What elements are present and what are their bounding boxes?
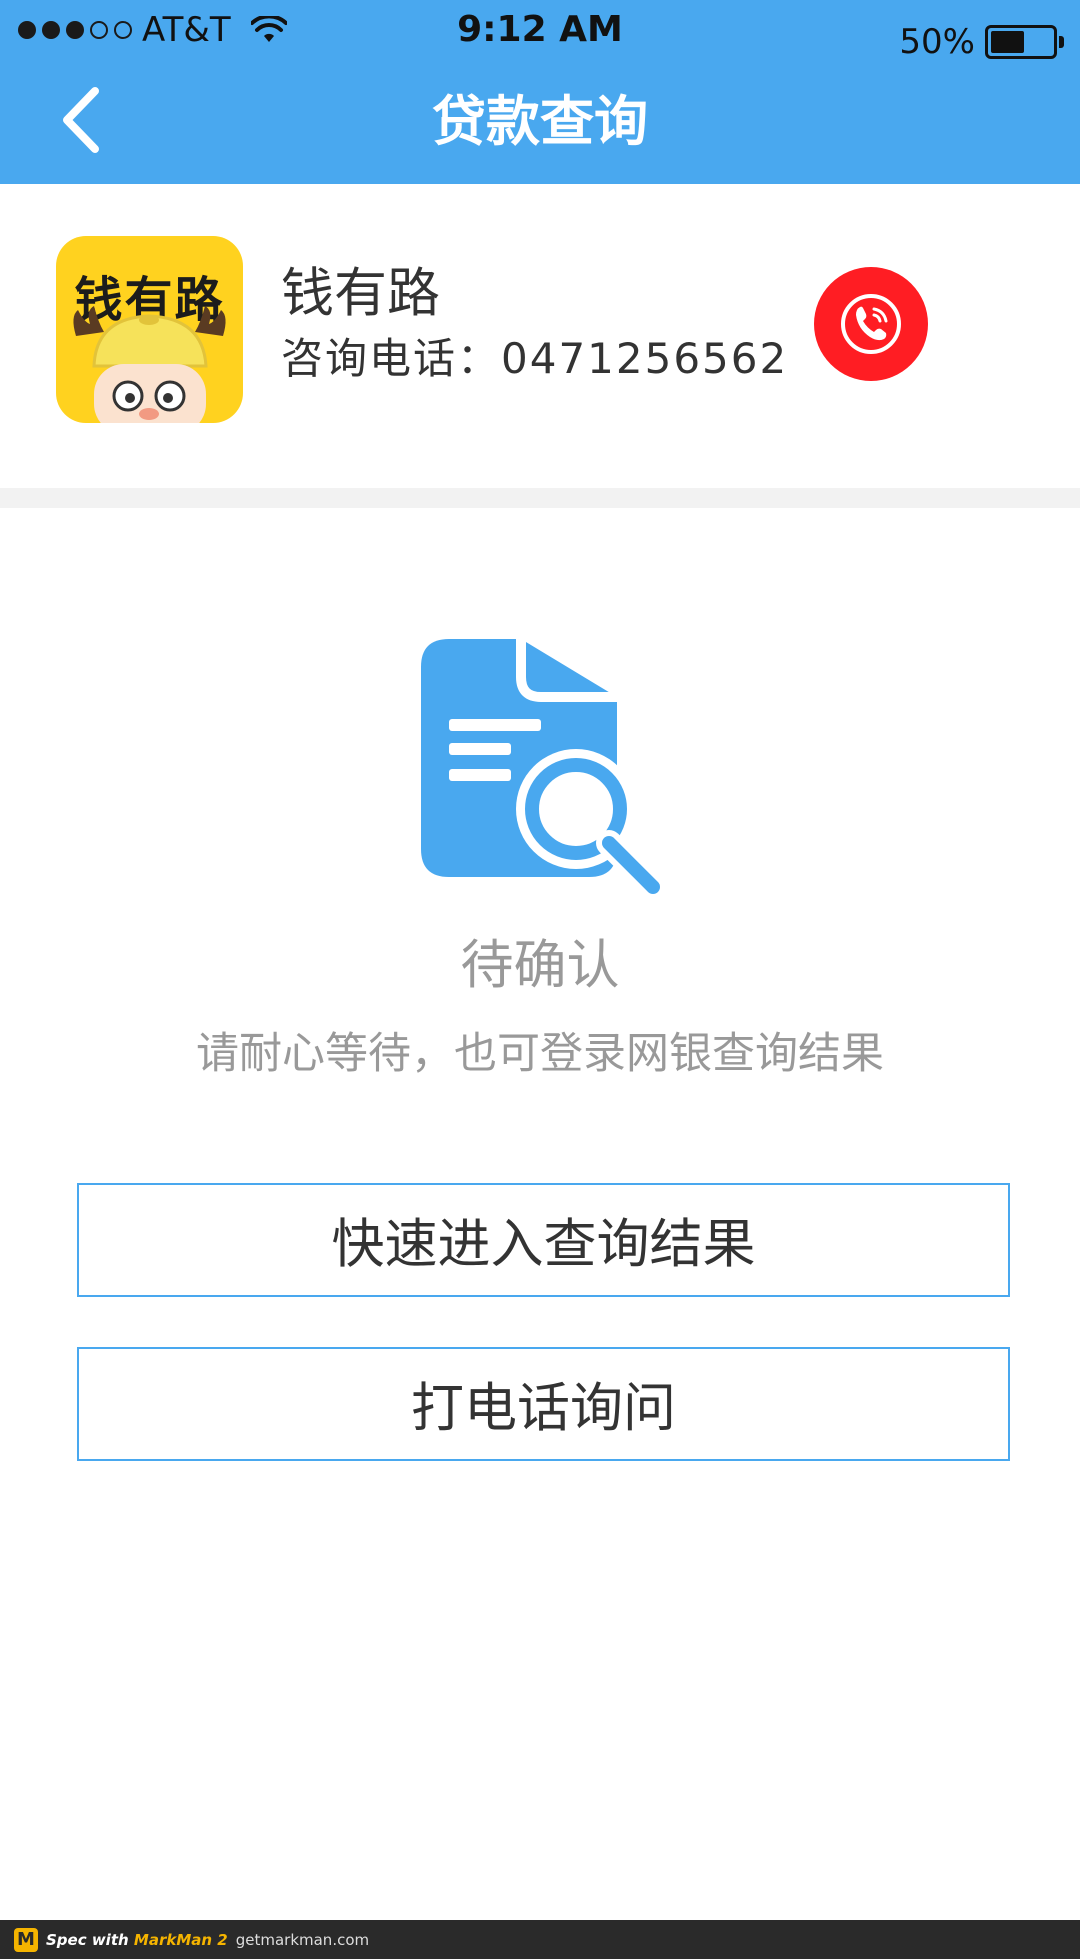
footer-brand-name: MarkMan 2 xyxy=(133,1930,228,1949)
footer-brand: Spec with MarkMan 2 xyxy=(46,1931,228,1949)
footer-bar: M Spec with MarkMan 2 getmarkman.com xyxy=(0,1920,1080,1959)
document-search-icon xyxy=(421,639,667,900)
footer-site: getmarkman.com xyxy=(235,1930,370,1949)
battery-cap xyxy=(1059,36,1064,48)
result-status-title: 待确认 xyxy=(460,935,620,996)
top-bar: AT&T 9:12 AM 50% 贷款查询 xyxy=(0,0,1080,184)
lender-name: 钱有路 xyxy=(281,263,440,324)
navigation-bar: 贷款查询 xyxy=(0,60,1080,184)
page-title: 贷款查询 xyxy=(432,90,648,153)
call-inquiry-button[interactable]: 打电话询问 xyxy=(77,1347,1010,1461)
mascot-icon xyxy=(73,306,226,423)
markman-logo-icon: M xyxy=(14,1927,38,1952)
battery-icon xyxy=(985,25,1057,59)
call-button[interactable] xyxy=(814,267,928,381)
section-divider xyxy=(0,488,1080,508)
lender-logo: 钱有路 xyxy=(56,236,243,423)
result-status-hint: 请耐心等待，也可登录网银查询结果 xyxy=(196,1029,884,1079)
phone-icon xyxy=(841,294,901,354)
quick-query-button[interactable]: 快速进入查询结果 xyxy=(77,1183,1010,1297)
footer-brand-prefix: Spec with xyxy=(46,1930,134,1949)
lender-card: 钱有路 钱有路 咨询电话：0471256562 xyxy=(0,184,1080,488)
lender-phone: 咨询电话：0471256562 xyxy=(281,334,789,383)
page: AT&T 9:12 AM 50% 贷款查询 钱有路 钱有路 咨询电话：04712… xyxy=(0,0,1080,1959)
status-bar: AT&T 9:12 AM 50% xyxy=(0,0,1080,62)
